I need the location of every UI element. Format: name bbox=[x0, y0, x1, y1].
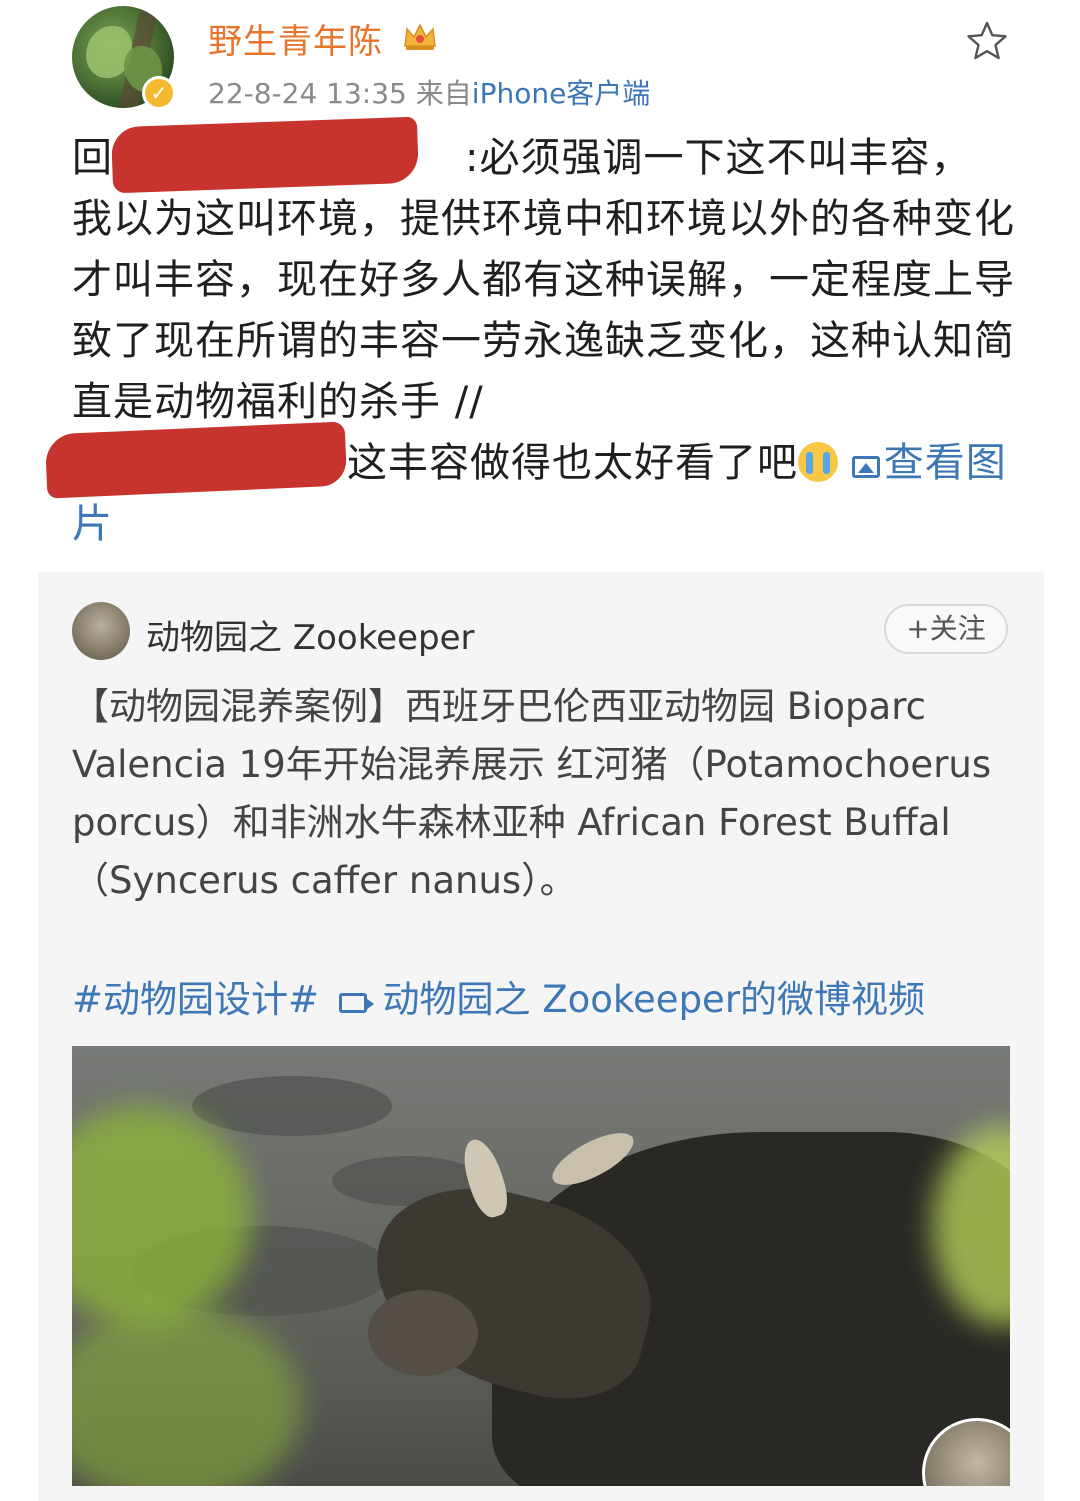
card-author-avatar[interactable] bbox=[72, 602, 130, 660]
reply-prefix: 回 bbox=[72, 135, 113, 181]
card-tags: #动物园设计# 动物园之 Zookeeper的微博视频 bbox=[72, 972, 1022, 1028]
video-icon bbox=[338, 993, 374, 1013]
card-text: 【动物园混养案例】西班牙巴伦西亚动物园 Bioparc Valencia 19年… bbox=[72, 685, 992, 902]
foliage-blur bbox=[72, 1306, 302, 1486]
star-icon[interactable] bbox=[966, 20, 1008, 62]
card-author-name[interactable]: 动物园之 Zookeeper bbox=[146, 610, 475, 659]
redaction-mark bbox=[110, 116, 420, 194]
buffalo-snout bbox=[368, 1290, 478, 1376]
post-source[interactable]: iPhone客户端 bbox=[472, 77, 651, 110]
follow-button[interactable]: +关注 bbox=[884, 604, 1008, 654]
verified-badge-icon: ✓ bbox=[142, 76, 176, 110]
crying-emoji-icon bbox=[798, 442, 838, 482]
hashtag-link[interactable]: #动物园设计# bbox=[72, 978, 319, 1021]
crown-icon bbox=[404, 23, 436, 50]
post-timestamp: 22-8-24 13:35 bbox=[208, 77, 407, 110]
post-body: 我以为这叫环境，提供环境中和环境以外的各种变化才叫丰容，现在好多人都有这种误解，… bbox=[72, 196, 1015, 425]
repost-card[interactable]: 动物园之 Zookeeper +关注 【动物园混养案例】西班牙巴伦西亚动物园 B… bbox=[38, 572, 1044, 1501]
image-icon bbox=[851, 456, 880, 478]
source-prefix: 来自 bbox=[415, 77, 472, 110]
quoted-text: 这丰容做得也太好看了吧 bbox=[347, 440, 798, 486]
ground-texture bbox=[192, 1076, 392, 1136]
video-thumbnail[interactable] bbox=[72, 1046, 1010, 1486]
redaction-mark bbox=[44, 421, 348, 499]
username[interactable]: 野生青年陈 bbox=[208, 14, 383, 63]
post-meta: 22-8-24 13:35 来自iPhone客户端 bbox=[208, 72, 650, 112]
reply-text: :必须强调一下这不叫丰容， bbox=[465, 135, 972, 181]
video-link[interactable]: 动物园之 Zookeeper的微博视频 bbox=[383, 978, 925, 1021]
